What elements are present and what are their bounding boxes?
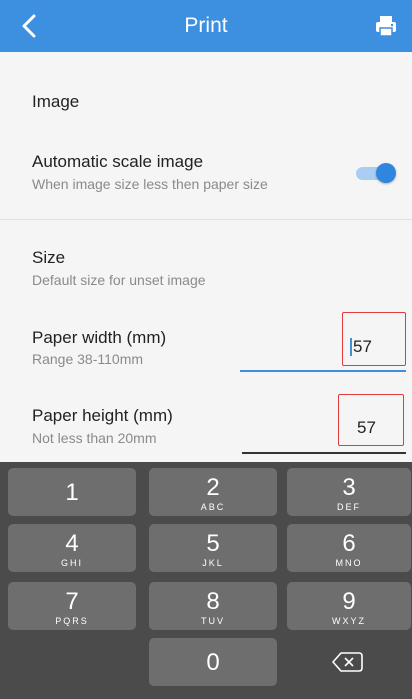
page-title: Print	[184, 14, 228, 37]
key-letters: WXYZ	[332, 616, 366, 626]
key-4[interactable]: 4 GHI	[8, 524, 136, 572]
key-1[interactable]: 1	[8, 468, 136, 516]
key-number: 4	[65, 530, 79, 557]
auto-scale-description: When image size less then paper size	[32, 176, 268, 192]
key-9[interactable]: 9 WXYZ	[287, 582, 411, 630]
input-underline	[240, 370, 406, 372]
printer-icon	[376, 16, 396, 37]
key-number: 7	[65, 588, 79, 615]
auto-scale-label: Automatic scale image	[32, 152, 204, 171]
key-letters: PQRS	[55, 616, 89, 626]
key-letters: GHI	[60, 558, 83, 568]
key-number: 1	[65, 479, 79, 506]
section-title-size: Size	[32, 248, 66, 267]
key-number: 9	[342, 588, 356, 615]
key-number: 0	[206, 649, 220, 676]
paper-height-value: 57	[357, 418, 376, 437]
input-underline	[242, 452, 406, 454]
paper-height-input[interactable]: 57	[240, 394, 406, 456]
paper-height-hint: Not less than 20mm	[32, 430, 157, 446]
key-letters: MNO	[335, 558, 363, 568]
key-6[interactable]: 6 MNO	[287, 524, 411, 572]
section-title-image: Image	[32, 92, 80, 111]
text-caret	[350, 338, 352, 356]
backspace-icon	[332, 652, 363, 672]
paper-width-value: 57	[353, 337, 372, 356]
key-number: 6	[342, 530, 356, 557]
key-8[interactable]: 8 TUV	[149, 582, 277, 630]
key-number: 3	[342, 474, 356, 501]
backspace-key[interactable]	[287, 638, 411, 686]
key-number: 2	[206, 474, 220, 501]
print-button[interactable]	[372, 12, 400, 40]
paper-width-label: Paper width (mm)	[32, 328, 167, 347]
paper-height-label: Paper height (mm)	[32, 406, 173, 425]
key-2[interactable]: 2 ABC	[149, 468, 277, 516]
key-3[interactable]: 3 DEF	[287, 468, 411, 516]
section-divider	[0, 219, 412, 220]
key-number: 8	[206, 588, 220, 615]
toggle-thumb	[376, 163, 396, 183]
size-description: Default size for unset image	[32, 272, 206, 288]
paper-width-hint: Range 38-110mm	[32, 351, 144, 367]
key-letters: JKL	[202, 558, 224, 568]
key-0[interactable]: 0	[149, 638, 277, 686]
key-letters: TUV	[201, 616, 225, 626]
key-number: 5	[206, 530, 220, 557]
key-5[interactable]: 5 JKL	[149, 524, 277, 572]
key-letters: ABC	[200, 502, 226, 512]
numeric-keyboard: 1 2 ABC 3 DEF 4 GHI 5 JKL 6 MNO 7 PQRS 8…	[0, 462, 412, 699]
paper-width-input[interactable]: 57	[240, 310, 406, 372]
key-letters: DEF	[337, 502, 361, 512]
settings-content: Image Automatic scale image When image s…	[0, 52, 412, 462]
key-7[interactable]: 7 PQRS	[8, 582, 136, 630]
auto-scale-toggle[interactable]	[354, 162, 396, 184]
app-bar: Print	[0, 0, 412, 52]
